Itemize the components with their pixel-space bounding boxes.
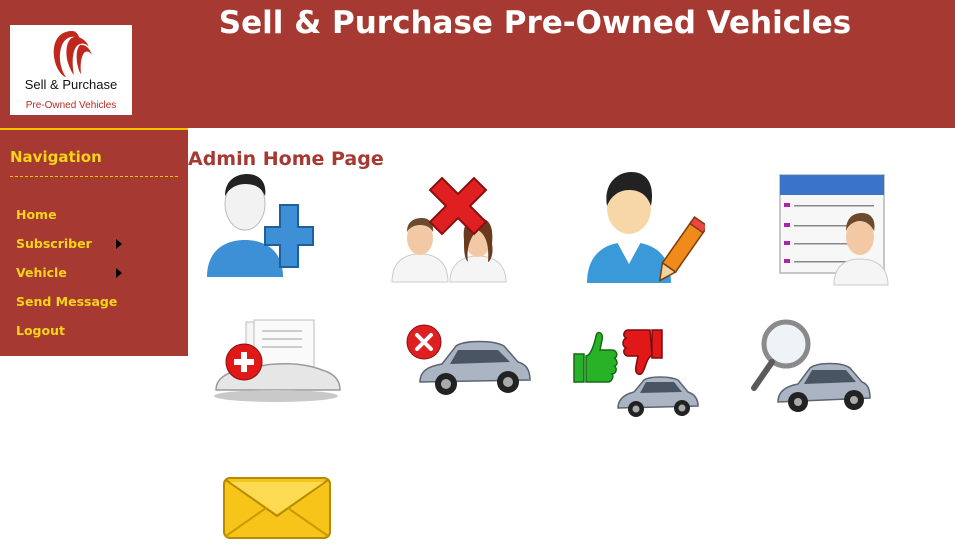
edit-user-tile[interactable] xyxy=(585,168,705,286)
send-message-tile[interactable] xyxy=(222,474,334,542)
approve-reject-vehicle-tile[interactable] xyxy=(572,326,707,422)
nav-item-home[interactable]: Home xyxy=(16,204,176,226)
nav-item-subscriber[interactable]: Subscriber xyxy=(16,233,176,255)
user-list-icon xyxy=(779,174,889,286)
delete-users-icon xyxy=(391,176,507,283)
delete-vehicle-tile[interactable] xyxy=(406,320,534,405)
submenu-arrow-icon xyxy=(116,239,122,249)
search-vehicle-icon xyxy=(751,319,871,412)
navigation-sidebar: Navigation Home Subscriber Vehicle Send … xyxy=(0,128,188,356)
navigation-divider xyxy=(10,176,178,177)
add-vehicle-tile[interactable] xyxy=(212,318,342,406)
delete-users-tile[interactable] xyxy=(390,170,510,285)
nav-item-label: Home xyxy=(16,207,57,222)
nav-item-label: Subscriber xyxy=(16,236,92,251)
site-title: Sell & Purchase Pre-Owned Vehicles xyxy=(218,5,852,41)
add-vehicle-icon xyxy=(214,319,341,402)
nav-item-label: Logout xyxy=(16,323,65,338)
user-list-tile[interactable] xyxy=(778,173,896,288)
add-user-tile[interactable] xyxy=(205,172,315,287)
approve-reject-vehicle-icon xyxy=(573,329,699,417)
delete-vehicle-icon xyxy=(406,324,531,395)
envelope-icon xyxy=(223,477,331,539)
site-logo[interactable]: Sell & Purchase Pre-Owned Vehicles xyxy=(10,25,132,115)
nav-item-label: Send Message xyxy=(16,294,118,309)
navigation-title: Navigation xyxy=(10,148,102,166)
submenu-arrow-icon xyxy=(116,268,122,278)
edit-user-icon xyxy=(587,172,705,283)
nav-item-logout[interactable]: Logout xyxy=(16,320,176,342)
add-user-icon xyxy=(207,174,314,277)
header-bar: Sell & Purchase Pre-Owned Vehicles Sell … xyxy=(0,0,955,128)
nav-item-send-message[interactable]: Send Message xyxy=(16,291,176,313)
logo-line2: Pre-Owned Vehicles xyxy=(25,100,117,111)
search-vehicle-tile[interactable] xyxy=(750,316,872,414)
nav-item-vehicle[interactable]: Vehicle xyxy=(16,262,176,284)
nav-item-label: Vehicle xyxy=(16,265,67,280)
page-title: Admin Home Page xyxy=(188,148,384,170)
logo-line1: Sell & Purchase xyxy=(24,77,118,92)
